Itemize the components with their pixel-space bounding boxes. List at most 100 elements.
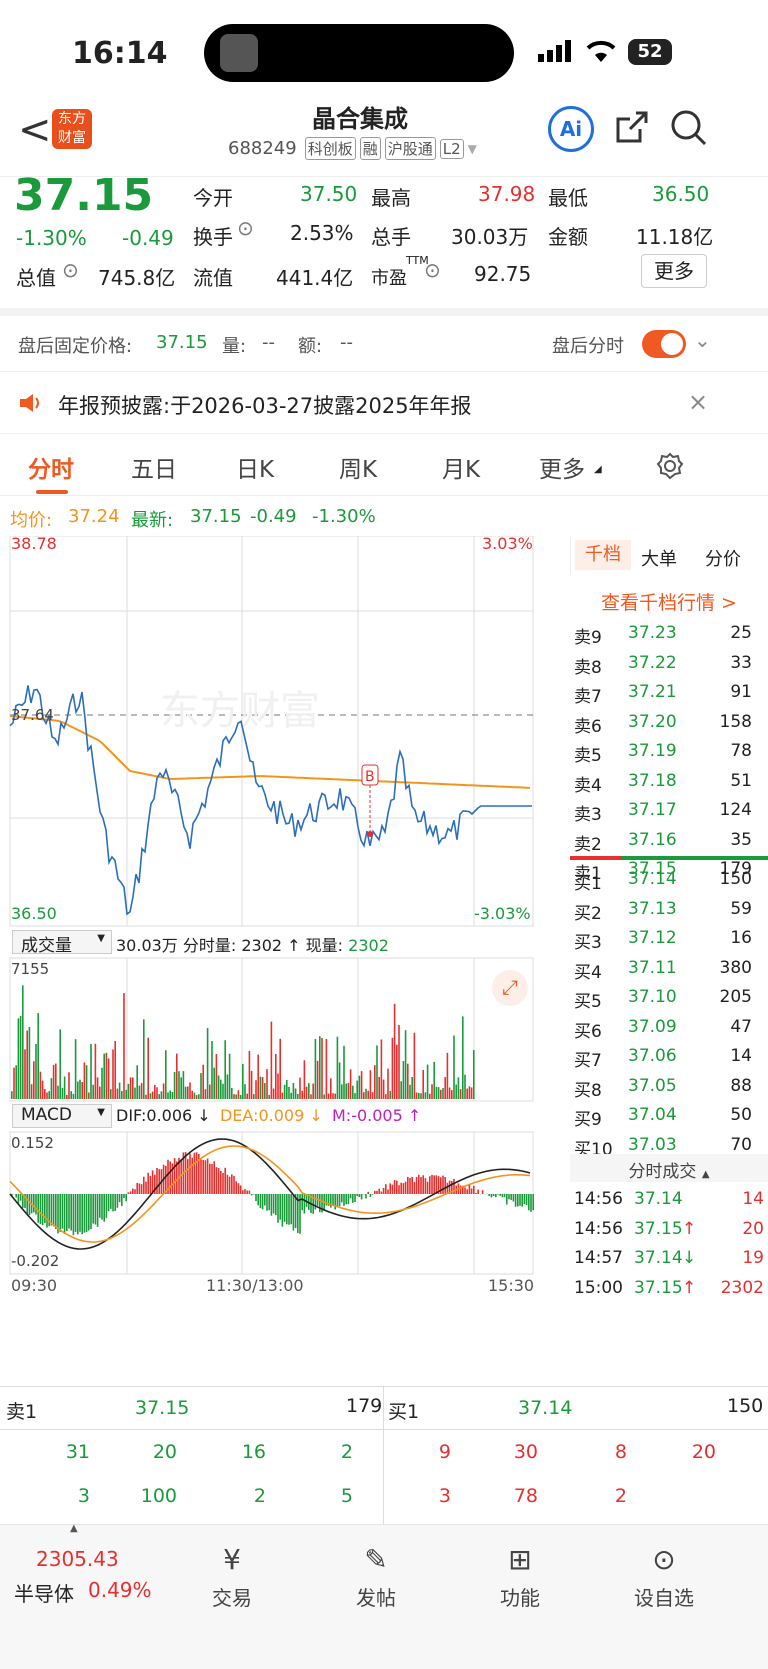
buy1-label: 买1 bbox=[388, 1401, 420, 1423]
intraday-chart[interactable]: 东方财富 B 38.78 36.50 37.64 3.03% -3.03% 成交… bbox=[0, 534, 570, 1386]
tab-price-dist[interactable]: 分价 bbox=[705, 545, 741, 571]
current-volume: 2302 bbox=[348, 936, 389, 955]
tag-l2: L2 bbox=[439, 138, 464, 159]
macd-bar bbox=[435, 1175, 438, 1194]
expand-icon[interactable]: ⤢ bbox=[492, 970, 528, 1006]
bid-row: 买5 37.10 205 bbox=[570, 984, 768, 1015]
macd-bar bbox=[228, 1176, 231, 1194]
notice-bar[interactable]: 年报预披露:于2026-03-27披露2025年年报 × bbox=[0, 374, 768, 434]
macd-bar bbox=[39, 1194, 42, 1224]
after-price-value: 37.15 bbox=[156, 332, 208, 353]
volume-value: 30.03万 bbox=[451, 225, 529, 249]
volume-bar bbox=[268, 1094, 270, 1099]
tab-five-day[interactable]: 五日 bbox=[131, 450, 177, 484]
volume-bar bbox=[248, 1050, 251, 1099]
sell1-price: 37.15 bbox=[135, 1397, 190, 1419]
volume-bar bbox=[446, 1052, 449, 1099]
chevron-down-icon[interactable]: ⌄ bbox=[694, 328, 711, 352]
depth-link[interactable]: 查看千档行情 > bbox=[570, 588, 768, 615]
after-hours-toggle[interactable] bbox=[642, 330, 686, 358]
close-icon[interactable]: × bbox=[688, 388, 708, 416]
tab-post[interactable]: ✎ 发帖 bbox=[316, 1543, 436, 1611]
watermark: 东方财富 bbox=[160, 688, 320, 734]
macd-bar bbox=[341, 1194, 343, 1203]
after-amt-label: 额: bbox=[298, 336, 323, 357]
sector-name[interactable]: 半导体 bbox=[14, 1578, 74, 1607]
volume-bars bbox=[11, 985, 475, 1099]
macd-bar bbox=[404, 1181, 407, 1194]
macd-value: M:-0.005 ↑ bbox=[332, 1106, 422, 1125]
tab-functions[interactable]: ⊞ 功能 bbox=[460, 1543, 580, 1611]
volume-bar bbox=[321, 1037, 323, 1099]
speaker-icon bbox=[20, 394, 39, 412]
info-icon[interactable]: ⊙ bbox=[237, 216, 254, 240]
macd-bar bbox=[81, 1194, 83, 1235]
volume-selector[interactable]: 成交量 ▼ bbox=[12, 930, 112, 956]
macd-bar bbox=[235, 1181, 237, 1194]
volume-bar bbox=[99, 1086, 101, 1099]
volume-bar bbox=[308, 1083, 310, 1099]
more-button[interactable]: 更多 bbox=[641, 254, 707, 288]
tab-more[interactable]: 更多 bbox=[539, 450, 585, 484]
queue-order: 9 bbox=[438, 1441, 451, 1463]
trade-time: 14:57 bbox=[574, 1248, 623, 1268]
volume-bar bbox=[294, 1088, 297, 1099]
macd-bar bbox=[288, 1194, 290, 1225]
volume-bar bbox=[466, 1088, 468, 1099]
volume-bar bbox=[61, 1087, 64, 1099]
volume-bar bbox=[391, 1037, 394, 1099]
volume-bar bbox=[200, 1073, 202, 1099]
info-icon[interactable]: ⊙ bbox=[424, 258, 441, 282]
tab-depth[interactable]: 千档 bbox=[575, 540, 631, 570]
after-price-label: 盘后固定价格: bbox=[18, 336, 133, 357]
volume-bar bbox=[15, 1065, 17, 1099]
sector-index[interactable]: 2305.43 bbox=[36, 1547, 119, 1571]
macd-bar bbox=[444, 1177, 446, 1194]
tab-big-orders[interactable]: 大单 bbox=[641, 545, 677, 571]
macd-bar bbox=[495, 1194, 497, 1198]
queue-order: 20 bbox=[152, 1441, 177, 1463]
share-icon[interactable] bbox=[614, 109, 650, 145]
macd-bar bbox=[510, 1194, 512, 1200]
bottom-tab-bar: ▲ 2305.43 半导体 0.49% ¥ 交易 ✎ 发帖 ⊞ 功能 ⊙ 设自选 bbox=[0, 1523, 768, 1669]
volume-bar bbox=[242, 1063, 244, 1099]
volume-bar bbox=[151, 1091, 154, 1099]
search-icon[interactable] bbox=[670, 109, 708, 147]
macd-bar bbox=[138, 1183, 141, 1194]
macd-selector[interactable]: MACD ▼ bbox=[12, 1104, 112, 1128]
volume-bar bbox=[341, 1084, 343, 1099]
volume-bar bbox=[356, 1080, 358, 1099]
volume-bar bbox=[30, 1084, 33, 1099]
tab-monthly-k[interactable]: 月K bbox=[442, 450, 480, 484]
tab-intraday[interactable]: 分时 bbox=[28, 450, 74, 484]
ai-button[interactable]: Ai bbox=[548, 106, 594, 152]
volume-bar bbox=[147, 1037, 149, 1099]
macd-bar bbox=[396, 1180, 398, 1194]
bid-label: 买8 bbox=[574, 1080, 602, 1101]
volume-info-text: 30.03万 分时量: 2302 ↑ 现量: bbox=[116, 936, 349, 955]
settings-icon[interactable] bbox=[656, 452, 684, 480]
volume-bar bbox=[39, 1071, 42, 1099]
stock-header: < 东方 财富 晶合集成 688249 科创板 融 沪股通 L2 ▼ Ai bbox=[0, 105, 768, 177]
macd-bar bbox=[224, 1167, 226, 1194]
volume-bar bbox=[162, 1083, 165, 1099]
buy1-volume: 150 bbox=[727, 1395, 764, 1417]
info-icon[interactable]: ⊙ bbox=[62, 258, 79, 282]
float-cap-label: 流值 bbox=[193, 266, 233, 290]
dropdown-icon[interactable]: ▼ bbox=[468, 142, 477, 156]
bid-price: 37.03 bbox=[628, 1134, 677, 1155]
market-cap-label: 总值 bbox=[16, 266, 56, 290]
macd-bar bbox=[376, 1190, 378, 1194]
macd-bar bbox=[200, 1159, 202, 1194]
trade-marker[interactable]: B bbox=[361, 764, 379, 837]
tab-daily-k[interactable]: 日K bbox=[236, 450, 274, 484]
ask-volume: 35 bbox=[730, 829, 752, 850]
macd-bar bbox=[35, 1194, 37, 1215]
trades-header[interactable]: 分时成交 ▲ bbox=[570, 1154, 768, 1182]
macd-bar bbox=[275, 1194, 277, 1215]
volume-bar bbox=[303, 1060, 306, 1099]
tab-watchlist[interactable]: ⊙ 设自选 bbox=[604, 1543, 724, 1611]
tab-trade[interactable]: ¥ 交易 bbox=[172, 1543, 292, 1611]
tab-weekly-k[interactable]: 周K bbox=[339, 450, 377, 484]
volume-bar bbox=[257, 1054, 259, 1099]
